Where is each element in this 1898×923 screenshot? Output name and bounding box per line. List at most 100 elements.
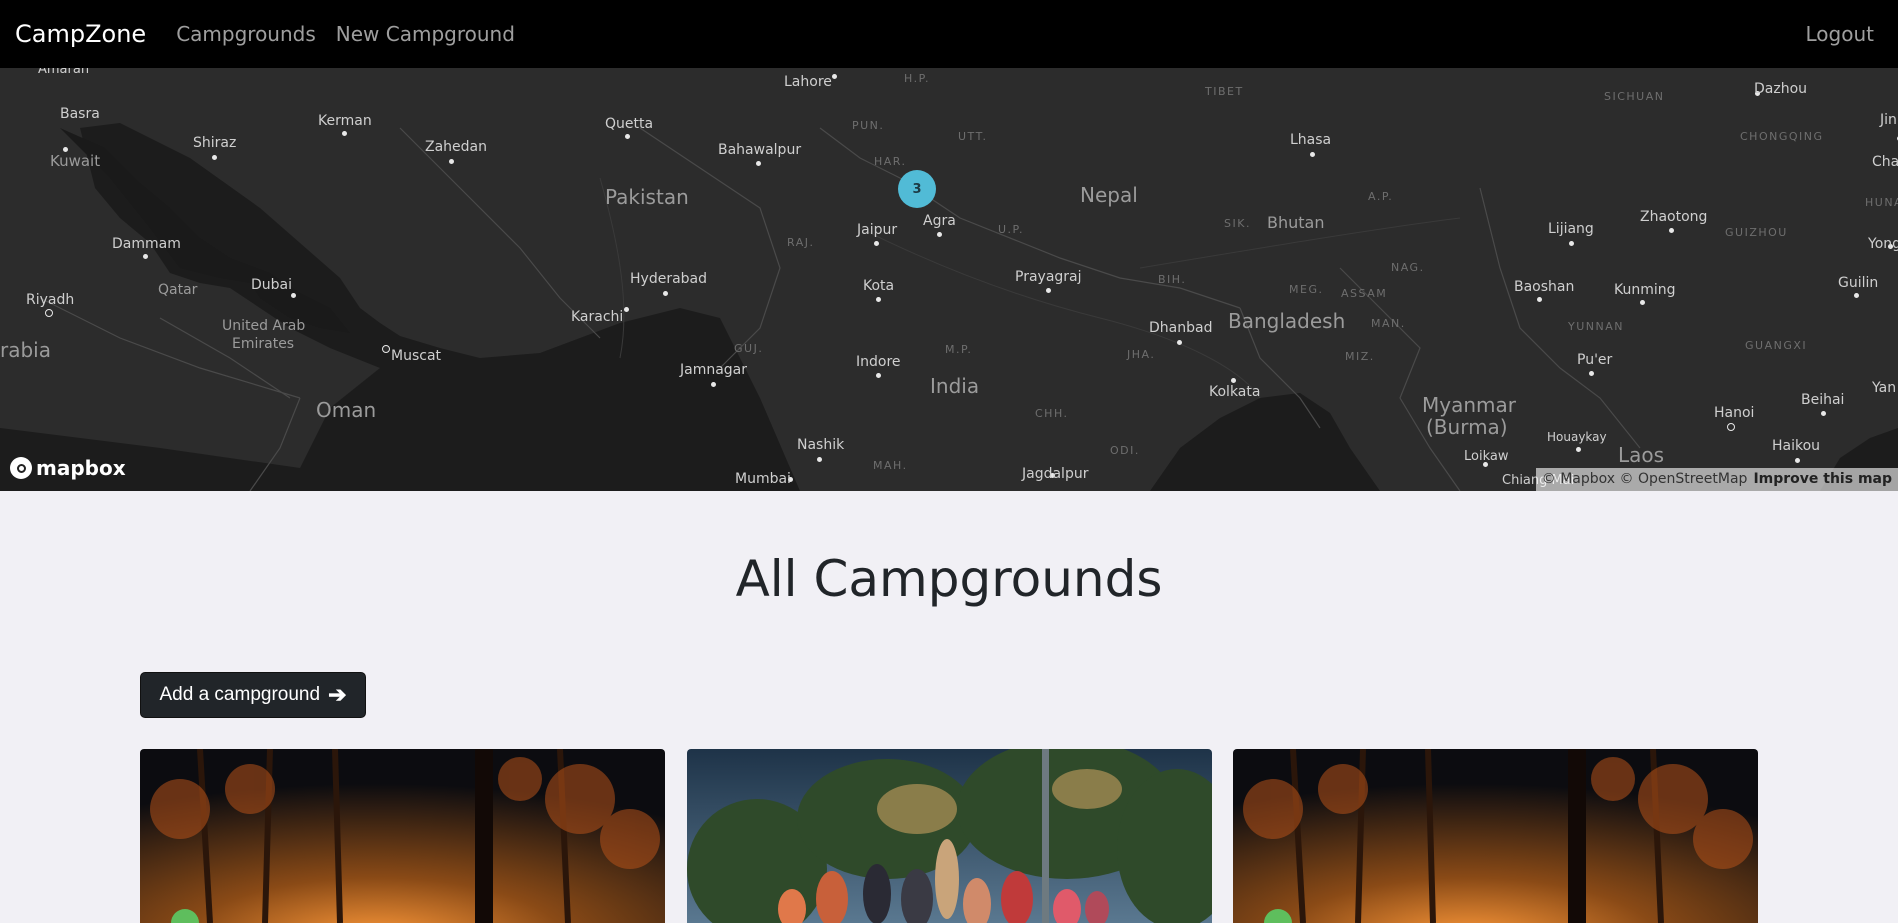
capital-dot [1727, 423, 1735, 431]
campground-card-image[interactable] [140, 749, 665, 923]
map-label-region: BIH. [1158, 273, 1187, 286]
map-label-city: Shiraz [193, 135, 237, 151]
map-attribution: © Mapbox © OpenStreetMap Improve this ma… [1535, 468, 1898, 491]
map-label-city: Haikou [1772, 438, 1821, 454]
city-dot [143, 254, 148, 259]
map-label-country: (Burma) [1426, 415, 1508, 439]
map-label-city: Yong [1868, 236, 1898, 252]
improve-map-link[interactable]: Improve this map [1753, 471, 1892, 488]
map-label-city: Dhanbad [1149, 320, 1213, 336]
map-label-country: Qatar [158, 282, 198, 298]
map-label-city: Karachi [571, 309, 624, 325]
map-label-city: Amaran [38, 68, 90, 77]
campground-card-image[interactable] [687, 749, 1212, 923]
map-label-country: United Arab [222, 318, 306, 334]
mapbox-logo[interactable]: mapbox [10, 456, 126, 480]
map-label-city: Indore [856, 354, 901, 370]
map-label-city: Prayagraj [1015, 269, 1082, 285]
city-dot [1537, 297, 1542, 302]
map-label-city: Muscat [391, 348, 442, 364]
map-label-city: Kerman [318, 113, 372, 129]
add-campground-button[interactable]: Add a campground ➔ [140, 672, 366, 718]
map-label-city: Yan [1872, 380, 1897, 396]
map-label-region: GUIZHOU [1725, 226, 1788, 239]
cluster-map[interactable]: Pakistan Nepal India Bangladesh Oman Bhu… [0, 68, 1898, 491]
map-label-region: SICHUAN [1604, 90, 1665, 103]
map-label-city: Lhasa [1290, 132, 1332, 148]
campground-card-image[interactable] [1233, 749, 1758, 923]
map-label-region: PUN. [852, 119, 885, 132]
map-label-city: Jamnagar [680, 362, 748, 378]
map-label-city: Lijiang [1548, 221, 1594, 237]
map-label-city: Hanoi [1714, 405, 1755, 421]
map-label-country: Bhutan [1267, 213, 1325, 232]
cluster-marker[interactable]: 3 [898, 170, 936, 208]
map-label-city: Nashik [797, 437, 845, 453]
add-campground-label: Add a campground [159, 684, 321, 705]
city-dot [625, 134, 630, 139]
map-label-region: H.P. [904, 72, 930, 85]
map-label-city: Kunming [1614, 282, 1676, 298]
map-label-country: Myanmar [1422, 393, 1516, 417]
navbar: CampZone Campgrounds New Campground Logo… [0, 0, 1898, 68]
city-dot [876, 373, 881, 378]
map-label-city: Quetta [605, 116, 654, 132]
city-dot [1231, 378, 1236, 383]
map-label-city: Mumbai [735, 471, 791, 487]
map-label-city: Guilin [1838, 275, 1879, 291]
people-around-campfire-image [687, 749, 1212, 923]
map-label-city: Jagdalpur [1022, 466, 1089, 482]
city-dot [756, 161, 761, 166]
map-label-country: Nepal [1080, 183, 1138, 207]
map-label-city: Jaipur [857, 222, 898, 238]
capital-dot [45, 309, 53, 317]
city-dot [874, 241, 879, 246]
map-label-city: Agra [923, 213, 956, 229]
map-label-region: M.P. [945, 343, 973, 356]
map-label-city: Hyderabad [630, 271, 707, 287]
brand-logo[interactable]: CampZone [15, 20, 146, 48]
map-label-city: Zhaotong [1640, 209, 1708, 225]
map-label-region: MEG. [1289, 283, 1324, 296]
map-label-city: Baoshan [1514, 279, 1575, 295]
map-label-city: Dubai [251, 277, 293, 293]
map-label-region: A.P. [1368, 190, 1394, 203]
city-dot [1046, 288, 1051, 293]
map-label-region: HAR. [874, 155, 907, 168]
map-label-country: Pakistan [605, 185, 689, 209]
map-label-country: Emirates [232, 336, 295, 352]
map-label-region: GUANGXI [1745, 339, 1808, 352]
city-dot [876, 297, 881, 302]
map-label-city: Jin [1880, 112, 1897, 128]
city-dot [663, 291, 668, 296]
arrow-right-icon: ➔ [328, 682, 347, 707]
city-dot [1310, 152, 1315, 157]
forest-campfire-night-image [140, 749, 665, 923]
map-label-city: Bahawalpur [718, 142, 802, 158]
map-label-city: Pu'er [1577, 352, 1613, 368]
mapbox-logo-icon [10, 457, 32, 479]
map-label-region: MIZ. [1345, 350, 1375, 363]
map-label-city: Dammam [112, 236, 181, 252]
map-label-city: Basra [60, 106, 100, 122]
map-label-country: rabia [0, 338, 51, 362]
map-label-city: Dazhou [1754, 81, 1808, 97]
nav-link-new-campground[interactable]: New Campground [336, 22, 515, 46]
map-label-country: Oman [316, 398, 377, 422]
capital-dot [382, 345, 390, 353]
city-dot [1854, 293, 1859, 298]
mapbox-logo-text: mapbox [36, 456, 126, 480]
map-label-country: Laos [1618, 443, 1665, 467]
city-dot [63, 147, 68, 152]
attribution-text[interactable]: © Mapbox © OpenStreetMap [1542, 471, 1748, 488]
city-dot [342, 131, 347, 136]
logout-link[interactable]: Logout [1806, 22, 1874, 46]
map-label-country: Bangladesh [1228, 309, 1346, 333]
map-label-region: YUNNAN [1568, 320, 1624, 333]
nav-link-campgrounds[interactable]: Campgrounds [176, 22, 316, 46]
city-dot [212, 155, 217, 160]
forest-campfire-night-image [1233, 749, 1758, 923]
map-label-region: UTT. [958, 130, 988, 143]
city-dot [832, 74, 837, 79]
city-dot [1569, 241, 1574, 246]
